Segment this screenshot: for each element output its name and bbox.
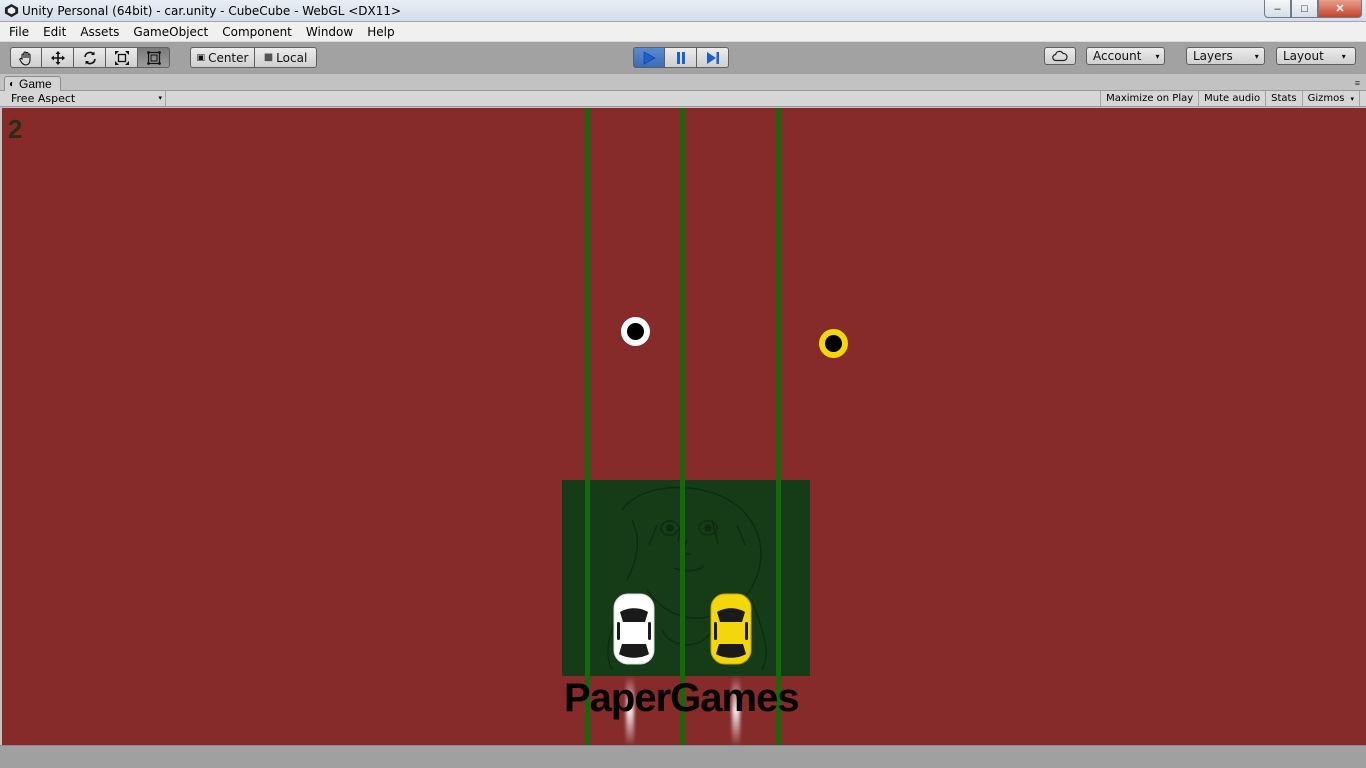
game-view-buttons: Maximize on Play Mute audio Stats Gizmos… (1100, 91, 1360, 106)
cloud-icon (1052, 50, 1068, 62)
chevron-down-icon: ▾ (158, 94, 162, 102)
main-toolbar: ▣ Center ■ Local Account ▾ Layers ▾ Layo… (0, 42, 1366, 74)
menu-help[interactable]: Help (360, 25, 401, 39)
pivot-local-button[interactable]: ■ Local (255, 47, 317, 68)
tab-bar: ◐ Game ≡ (0, 74, 1366, 91)
chevron-down-icon: ▾ (1341, 51, 1346, 61)
pivot-center-button[interactable]: ▣ Center (190, 47, 255, 68)
layers-label: Layers (1193, 49, 1233, 63)
account-dropdown[interactable]: Account ▾ (1086, 47, 1165, 65)
menu-gameobject[interactable]: GameObject (126, 25, 215, 39)
tab-menu-icon[interactable]: ≡ (1355, 78, 1360, 88)
game-view-toolbar: Free Aspect ▾ Maximize on Play Mute audi… (0, 91, 1366, 107)
menu-component[interactable]: Component (215, 25, 299, 39)
space-label: Local (276, 50, 308, 65)
chevron-down-icon: ▾ (1155, 51, 1160, 61)
rect-icon (146, 50, 161, 65)
yellow-car (710, 593, 752, 665)
white-car (613, 593, 655, 665)
papergames-logo-text: PaperGames (564, 676, 800, 720)
playback-controls (633, 47, 729, 68)
menu-bar: File Edit Assets GameObject Component Wi… (0, 22, 1366, 42)
layout-dropdown[interactable]: Layout ▾ (1276, 47, 1356, 65)
aspect-dropdown[interactable]: Free Aspect ▾ (4, 91, 166, 106)
tab-game[interactable]: ◐ Game (4, 76, 61, 91)
cloud-button[interactable] (1044, 47, 1076, 65)
lane-divider-left (585, 108, 590, 745)
maximize-button[interactable]: □ (1291, 0, 1318, 18)
play-icon (643, 50, 656, 65)
step-icon (706, 51, 719, 64)
step-button[interactable] (697, 47, 729, 68)
layers-group: Layers ▾ (1186, 47, 1265, 65)
pacman-icon: ◐ (9, 78, 16, 90)
stats-toggle[interactable]: Stats (1265, 91, 1302, 106)
sketch-face-image (607, 486, 767, 671)
score-display: 2 (8, 114, 23, 144)
layout-label: Layout (1283, 49, 1324, 63)
transform-tools (10, 47, 170, 68)
papergames-logo-panel (562, 480, 810, 676)
tab-game-label: Game (19, 77, 52, 91)
pivot-tools: ▣ Center ■ Local (190, 47, 317, 68)
layers-dropdown[interactable]: Layers ▾ (1186, 47, 1265, 65)
menu-window[interactable]: Window (299, 25, 360, 39)
scale-icon (114, 50, 129, 65)
scale-tool-button[interactable] (106, 47, 138, 68)
gizmos-dropdown[interactable]: Gizmos ▾ (1301, 91, 1360, 106)
pivot-label: Center (208, 50, 249, 65)
move-icon (50, 50, 65, 65)
close-button[interactable]: ✕ (1318, 0, 1362, 18)
move-tool-button[interactable] (42, 47, 74, 68)
pivot-icon: ▣ (196, 52, 206, 63)
maximize-on-play-toggle[interactable]: Maximize on Play (1100, 91, 1198, 106)
unity-logo-icon (4, 3, 19, 18)
menu-file[interactable]: File (2, 25, 36, 39)
menu-assets[interactable]: Assets (73, 25, 126, 39)
window-title: Unity Personal (64bit) - car.unity - Cub… (22, 4, 402, 18)
game-viewport[interactable]: 2 PaperGames (2, 108, 1366, 745)
gizmos-label: Gizmos (1307, 93, 1345, 104)
chevron-down-icon: ▾ (1350, 95, 1354, 103)
window-titlebar: Unity Personal (64bit) - car.unity - Cub… (0, 0, 1366, 22)
yellow-circle-target (819, 329, 848, 358)
rect-tool-button[interactable] (138, 47, 170, 68)
mute-audio-toggle[interactable]: Mute audio (1198, 91, 1265, 106)
lane-divider-right (776, 108, 781, 745)
minimize-button[interactable]: – (1264, 0, 1291, 18)
rotate-tool-button[interactable] (74, 47, 106, 68)
hand-icon (19, 50, 31, 66)
rotate-icon (83, 51, 96, 64)
account-group: Account ▾ (1086, 47, 1165, 65)
lane-divider-center (680, 108, 685, 745)
layout-group: Layout ▾ (1276, 47, 1356, 65)
hand-tool-button[interactable] (10, 47, 42, 68)
collab-tools (1044, 47, 1076, 65)
pause-button[interactable] (665, 47, 697, 68)
status-bar (0, 745, 1366, 768)
aspect-label: Free Aspect (11, 92, 76, 105)
pause-icon (676, 51, 685, 64)
chevron-down-icon: ▾ (1254, 51, 1259, 61)
account-label: Account (1093, 49, 1142, 63)
white-circle-target (621, 317, 650, 346)
play-button[interactable] (633, 47, 665, 68)
menu-edit[interactable]: Edit (36, 25, 73, 39)
cube-icon: ■ (263, 52, 274, 63)
